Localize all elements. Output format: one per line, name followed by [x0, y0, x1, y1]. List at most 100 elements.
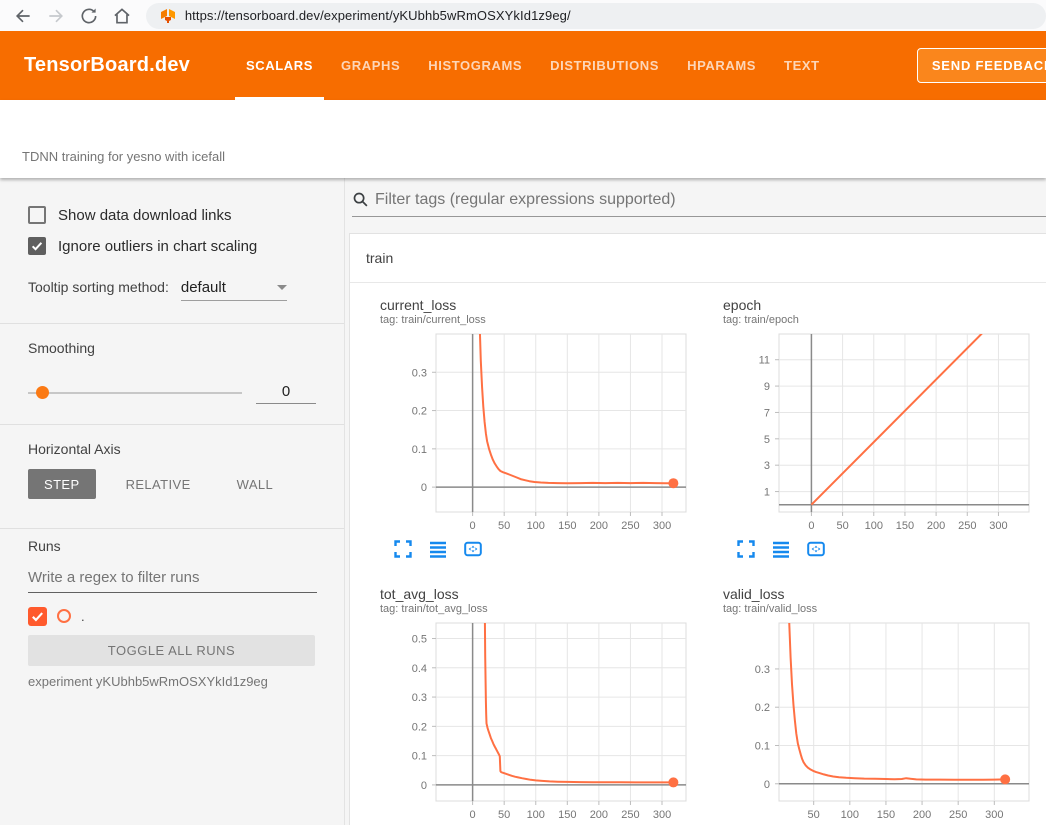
- chart-tot-avg-loss: tot_avg_loss tag: train/tot_avg_loss 050…: [364, 586, 696, 825]
- chart-tag: tag: train/epoch: [723, 314, 1039, 326]
- svg-text:0: 0: [421, 482, 427, 494]
- show-download-links-label: Show data download links: [58, 207, 231, 224]
- tab-histograms[interactable]: HISTOGRAMS: [414, 31, 536, 100]
- svg-text:50: 50: [498, 809, 510, 821]
- slider-thumb[interactable]: [36, 386, 49, 399]
- tab-text[interactable]: TEXT: [770, 31, 834, 100]
- svg-text:0: 0: [421, 780, 427, 792]
- svg-text:150: 150: [896, 520, 914, 532]
- svg-text:150: 150: [558, 520, 576, 532]
- tooltip-sorting-label: Tooltip sorting method:: [28, 279, 169, 295]
- svg-text:0.3: 0.3: [755, 664, 770, 676]
- runs-label: Runs: [28, 538, 316, 554]
- send-feedback-button[interactable]: SEND FEEDBACK: [917, 48, 1046, 83]
- url-bar[interactable]: https://tensorboard.dev/experiment/yKUbh…: [146, 3, 1046, 29]
- fit-domain-icon[interactable]: [464, 540, 482, 558]
- svg-text:250: 250: [621, 809, 639, 821]
- browser-chrome: https://tensorboard.dev/experiment/yKUbh…: [0, 0, 1046, 31]
- experiment-title-band: TDNN training for yesno with icefall: [0, 100, 1046, 178]
- data-lines-icon[interactable]: [429, 540, 447, 558]
- line-chart[interactable]: 05010015020025030000.10.20.3: [364, 328, 694, 536]
- section-title-train[interactable]: train: [350, 234, 1046, 283]
- fit-domain-icon[interactable]: [807, 540, 825, 558]
- svg-text:150: 150: [877, 809, 895, 821]
- svg-text:0.2: 0.2: [755, 702, 770, 714]
- horizontal-axis-label: Horizontal Axis: [28, 441, 316, 457]
- runs-filter-input[interactable]: [28, 566, 317, 593]
- chart-tag: tag: train/tot_avg_loss: [380, 603, 696, 615]
- divider: [0, 323, 344, 324]
- expand-chart-icon[interactable]: [737, 540, 755, 558]
- svg-text:300: 300: [653, 520, 671, 532]
- line-chart[interactable]: 5010015020025030000.10.20.3: [707, 617, 1037, 825]
- charts-grid: current_loss tag: train/current_loss 050…: [350, 283, 1046, 825]
- svg-text:9: 9: [764, 381, 770, 393]
- svg-text:5: 5: [764, 434, 770, 446]
- toggle-all-runs-button[interactable]: TOGGLE ALL RUNS: [28, 635, 315, 666]
- chart-current-loss: current_loss tag: train/current_loss 050…: [364, 297, 696, 558]
- svg-text:300: 300: [989, 520, 1007, 532]
- svg-text:300: 300: [653, 809, 671, 821]
- main-content: train current_loss tag: train/current_lo…: [346, 178, 1046, 825]
- svg-text:250: 250: [949, 809, 967, 821]
- svg-text:300: 300: [985, 809, 1003, 821]
- divider: [0, 424, 344, 425]
- checkbox-unchecked-icon[interactable]: [28, 206, 46, 224]
- forward-icon[interactable]: [46, 6, 66, 26]
- home-icon[interactable]: [112, 6, 132, 26]
- tab-distributions[interactable]: DISTRIBUTIONS: [536, 31, 673, 100]
- svg-text:50: 50: [836, 520, 848, 532]
- chevron-down-icon: [277, 285, 287, 290]
- smoothing-slider[interactable]: [28, 392, 242, 394]
- chart-title: valid_loss: [723, 586, 1039, 602]
- data-lines-icon[interactable]: [772, 540, 790, 558]
- svg-text:100: 100: [527, 520, 545, 532]
- svg-text:200: 200: [590, 809, 608, 821]
- back-icon[interactable]: [13, 6, 33, 26]
- line-chart[interactable]: 0501001502002503001357911: [707, 328, 1037, 536]
- axis-wall-button[interactable]: WALL: [221, 469, 290, 499]
- run-checkbox-checked-icon[interactable]: [28, 607, 47, 626]
- expand-chart-icon[interactable]: [394, 540, 412, 558]
- axis-step-button[interactable]: STEP: [28, 469, 96, 499]
- svg-text:0.1: 0.1: [412, 444, 427, 456]
- divider: [0, 528, 344, 529]
- axis-relative-button[interactable]: RELATIVE: [110, 469, 207, 499]
- tab-graphs[interactable]: GRAPHS: [327, 31, 414, 100]
- svg-text:200: 200: [927, 520, 945, 532]
- tab-scalars[interactable]: SCALARS: [232, 31, 327, 100]
- svg-text:0.2: 0.2: [412, 721, 427, 733]
- chart-toolbar: [737, 540, 1039, 558]
- svg-text:250: 250: [958, 520, 976, 532]
- svg-text:50: 50: [498, 520, 510, 532]
- svg-text:0: 0: [470, 809, 476, 821]
- smoothing-value-input[interactable]: [256, 383, 316, 404]
- svg-text:200: 200: [590, 520, 608, 532]
- tag-filter-row: [352, 183, 1046, 217]
- chart-title: epoch: [723, 297, 1039, 313]
- svg-text:250: 250: [621, 520, 639, 532]
- reload-icon[interactable]: [79, 6, 99, 26]
- tensorboard-favicon: [160, 8, 176, 24]
- svg-text:0: 0: [470, 520, 476, 532]
- app-header: TensorBoard.dev SCALARS GRAPHS HISTOGRAM…: [0, 31, 1046, 100]
- run-item[interactable]: .: [28, 605, 316, 627]
- ignore-outliers-label: Ignore outliers in chart scaling: [58, 238, 257, 255]
- line-chart[interactable]: 05010015020025030000.10.20.30.40.5: [364, 617, 694, 825]
- svg-text:7: 7: [764, 407, 770, 419]
- tag-filter-input[interactable]: [375, 191, 1046, 209]
- experiment-title: TDNN training for yesno with icefall: [22, 149, 225, 164]
- settings-sidebar: Show data download links Ignore outliers…: [0, 178, 345, 825]
- brand-title: TensorBoard.dev: [24, 54, 190, 77]
- tooltip-sorting-dropdown[interactable]: default: [181, 279, 287, 301]
- tab-hparams[interactable]: HPARAMS: [673, 31, 770, 100]
- checkbox-checked-icon[interactable]: [28, 237, 46, 255]
- svg-text:0.3: 0.3: [412, 367, 427, 379]
- svg-text:11: 11: [759, 355, 770, 367]
- chart-toolbar: [394, 540, 696, 558]
- svg-text:0: 0: [808, 520, 814, 532]
- ignore-outliers-checkbox[interactable]: Ignore outliers in chart scaling: [28, 235, 316, 257]
- show-download-links-checkbox[interactable]: Show data download links: [28, 204, 316, 226]
- svg-text:150: 150: [558, 809, 576, 821]
- svg-text:1: 1: [764, 487, 770, 499]
